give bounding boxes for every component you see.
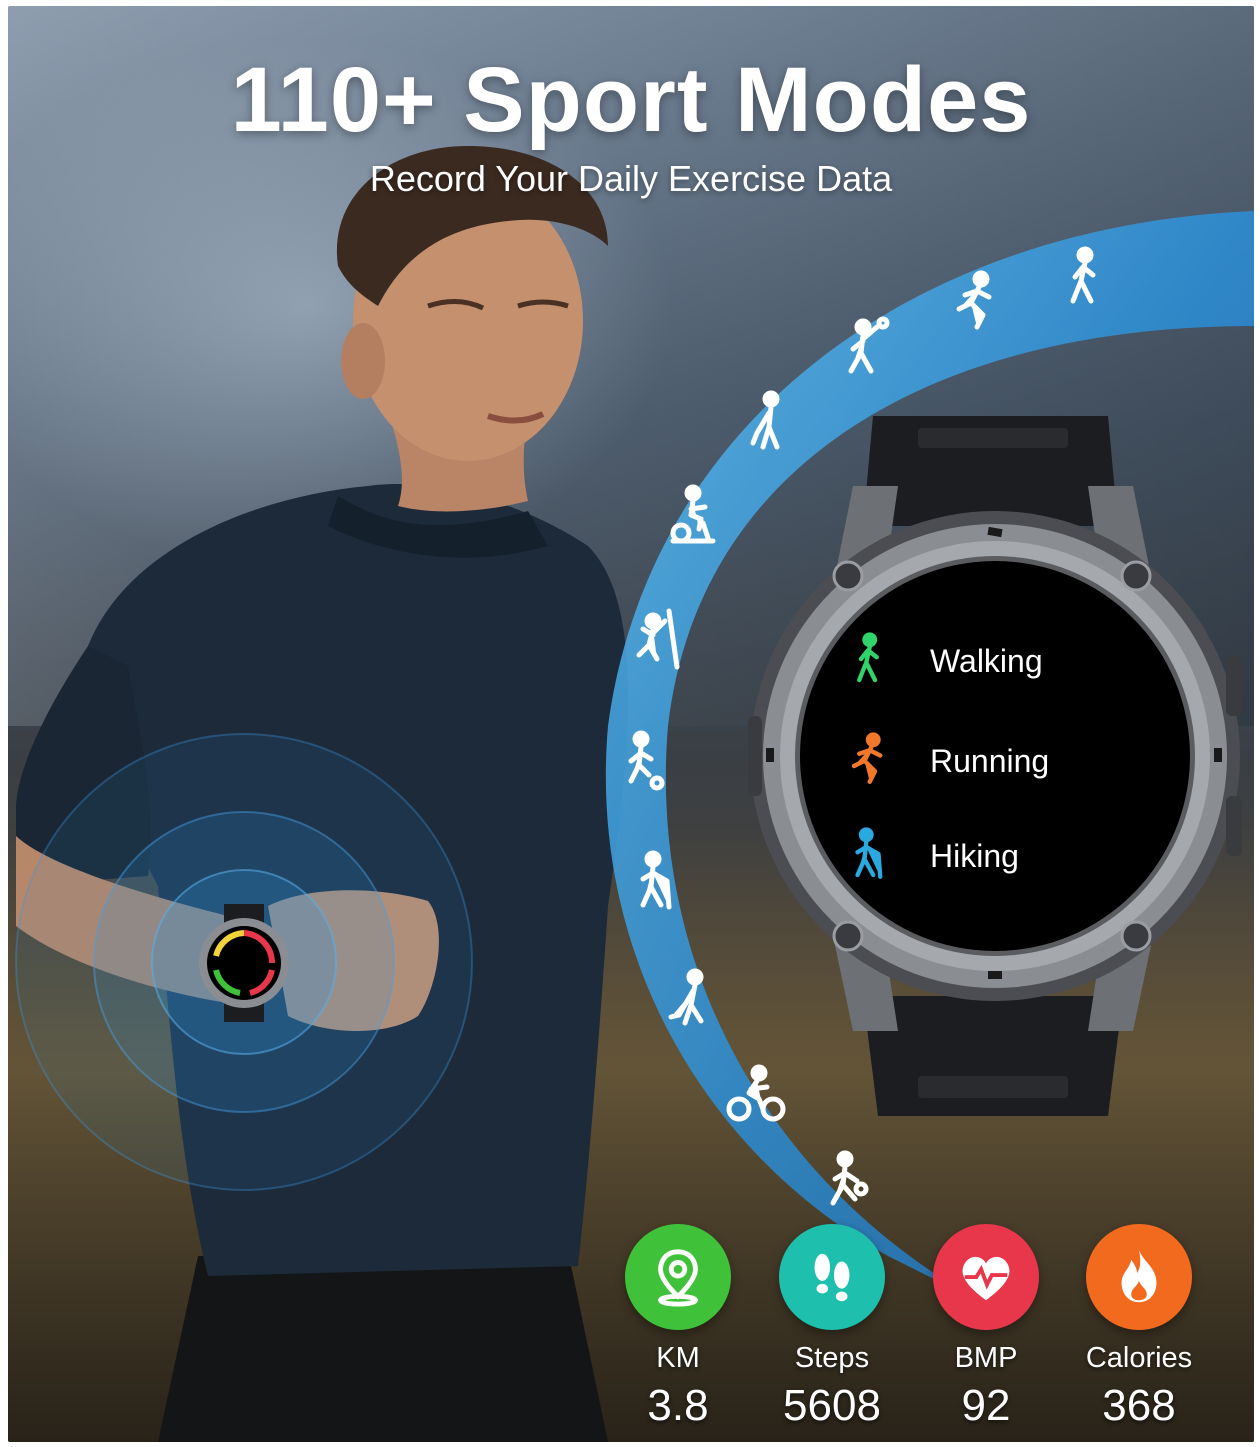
hero-banner: Walking Running Hiking 110+ Sport Modes Re… [8,6,1254,1442]
watch-mode-label: Walking [930,642,1043,679]
watch-mode-item[interactable]: Running [840,721,1170,801]
flame-icon [1086,1224,1192,1330]
location-pin-icon [625,1224,731,1330]
smartwatch: Walking Running Hiking [738,416,1248,1126]
watch-screen: Walking Running Hiking [800,561,1190,951]
watch-mode-item[interactable]: Walking [840,621,1170,701]
hiking-icon [840,818,896,895]
watch-mode-label: Running [930,742,1050,779]
footprints-icon [779,1224,885,1330]
walking-icon [840,623,896,700]
stat-label: BMP [954,1342,1018,1374]
running-icon [840,723,896,800]
stat-label: Steps [794,1342,870,1374]
hiking-icon [620,846,690,916]
basketball-icon [812,1146,882,1216]
stat-value: 92 [961,1381,1011,1430]
stat-calories: Calories 368 [1064,1224,1214,1431]
stat-steps: Steps 5608 [757,1224,907,1431]
football-icon [608,726,678,796]
stat-bmp: BMP 92 [911,1224,1061,1431]
page-title: 110+ Sport Modes [230,49,1032,151]
watch-mode-item[interactable]: Hiking [840,816,1170,896]
walking-icon [1048,242,1118,312]
spin-bike-icon [660,480,730,550]
stat-label: KM [656,1342,700,1374]
climbing-icon [620,604,690,674]
watch-mode-label: Hiking [930,837,1019,874]
hockey-icon [658,964,728,1034]
heart-rate-icon [933,1224,1039,1330]
wrist-smartwatch [199,904,289,1022]
badminton-icon [830,312,900,382]
page-subtitle: Record Your Daily Exercise Data [369,158,893,199]
stat-km: KM 3.8 [603,1224,753,1431]
stat-label: Calories [1085,1342,1193,1374]
stat-value: 3.8 [647,1381,709,1430]
stat-value: 368 [1102,1381,1176,1430]
running-icon [940,266,1010,336]
stat-value: 5608 [783,1381,881,1430]
